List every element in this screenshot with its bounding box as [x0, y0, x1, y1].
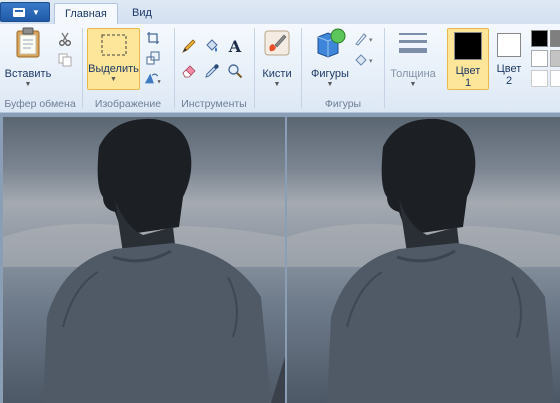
- rotate-button[interactable]: ▾: [144, 69, 162, 87]
- color1-label: Цвет: [455, 65, 481, 77]
- paint-menu-button[interactable]: ▼: [0, 2, 50, 22]
- color2-swatch: [497, 33, 521, 57]
- color1-number: 1: [464, 77, 472, 89]
- fill-bucket-icon: ▾: [355, 54, 373, 66]
- brush-icon: [264, 30, 290, 56]
- man-portrait-photo-icon: [3, 118, 285, 403]
- image-group: Выделить ▼ ▾ Изображение: [84, 24, 172, 112]
- shapes-icon: [317, 28, 346, 58]
- eraser-tool[interactable]: [180, 62, 198, 80]
- paste-label: Вставить: [4, 68, 52, 80]
- group-divider: [384, 28, 385, 108]
- svg-text:▾: ▾: [158, 78, 162, 85]
- crop-button[interactable]: [144, 29, 162, 47]
- group-divider: [174, 28, 175, 108]
- palette-swatch-empty[interactable]: [531, 70, 548, 87]
- palette-swatch-lightgray[interactable]: [550, 50, 560, 67]
- svg-text:▾: ▾: [369, 58, 373, 65]
- color1-button[interactable]: Цвет 1: [447, 28, 489, 90]
- chevron-down-icon: ▼: [273, 81, 281, 88]
- color-palette: [529, 30, 560, 90]
- magnifier-tool[interactable]: [226, 62, 244, 80]
- palette-swatch-empty[interactable]: [550, 70, 560, 87]
- copy-button[interactable]: [56, 51, 74, 69]
- select-rectangle-icon: [101, 34, 126, 56]
- palette-swatch-black[interactable]: [531, 30, 548, 47]
- outline-button[interactable]: ▾: [353, 30, 379, 48]
- scissors-icon: [59, 32, 71, 46]
- color-picker-tool[interactable]: [203, 62, 221, 80]
- thickness-button[interactable]: Толщина ▼: [387, 27, 439, 88]
- line-thickness-icon: [399, 33, 427, 53]
- shapes-group-label: Фигуры: [324, 98, 362, 110]
- paint-bucket-icon: [206, 39, 218, 52]
- cut-button[interactable]: [56, 30, 74, 48]
- color1-swatch: [454, 32, 482, 60]
- resize-icon: [146, 51, 160, 65]
- paint-menu-icon: [13, 8, 25, 17]
- color2-label: Цвет: [496, 63, 522, 75]
- group-divider: [82, 28, 83, 108]
- pencil-tool[interactable]: [180, 37, 198, 55]
- tools-group: A Инструменты: [176, 24, 252, 112]
- image-group-label: Изображение: [94, 98, 162, 110]
- rotate-icon: ▾: [144, 73, 162, 85]
- brushes-label: Кисти: [262, 68, 292, 80]
- clipboard-group: Вставить ▼ Буфер обмена: [0, 24, 80, 112]
- shapes-group: Фигуры ▼ ▾ ▾ Фигуры: [303, 24, 383, 112]
- text-a-icon: A: [228, 36, 242, 56]
- crop-icon: [147, 32, 159, 44]
- photo-left: [3, 117, 285, 403]
- select-label: Выделить: [88, 63, 139, 75]
- group-divider: [254, 28, 255, 108]
- group-divider: [301, 28, 302, 108]
- eraser-icon: [182, 65, 196, 78]
- ribbon: Вставить ▼ Буфер обмена Выделить ▼ ▾ Изо…: [0, 24, 560, 113]
- brushes-button[interactable]: Кисти ▼: [257, 27, 297, 88]
- drawing-canvas[interactable]: [0, 113, 560, 403]
- shapes-label: Фигуры: [311, 68, 349, 80]
- thickness-label: Толщина: [390, 68, 436, 80]
- fill-tool[interactable]: [203, 37, 221, 55]
- text-tool[interactable]: A: [226, 36, 244, 56]
- magnifier-icon: [228, 64, 243, 79]
- pencil-icon: [182, 39, 196, 53]
- svg-text:▾: ▾: [369, 37, 373, 44]
- tab-view[interactable]: Вид: [122, 3, 162, 24]
- color2-number: 2: [505, 75, 513, 87]
- palette-swatch-gray[interactable]: [550, 30, 560, 47]
- tab-home[interactable]: Главная: [54, 3, 118, 26]
- chevron-down-icon: ▼: [409, 81, 417, 88]
- man-portrait-photo-icon: [287, 118, 560, 403]
- chevron-down-icon: ▼: [110, 76, 117, 83]
- copy-icon: [58, 53, 72, 67]
- clipboard-icon: [16, 27, 40, 58]
- eyedropper-icon: [205, 64, 219, 78]
- tools-group-label: Инструменты: [181, 98, 247, 110]
- photo-right: [287, 117, 560, 403]
- select-button[interactable]: Выделить ▼: [87, 28, 140, 90]
- resize-button[interactable]: [144, 49, 162, 67]
- chevron-down-icon: ▼: [32, 8, 40, 17]
- clipboard-group-label: Буфер обмена: [4, 98, 76, 110]
- chevron-down-icon: ▼: [326, 81, 334, 88]
- chevron-down-icon: ▼: [24, 81, 32, 88]
- color2-button[interactable]: Цвет 2: [492, 28, 526, 90]
- ribbon-tab-bar: ▼ Главная Вид: [0, 0, 560, 26]
- fill-button[interactable]: ▾: [353, 51, 379, 69]
- outline-brush-icon: ▾: [355, 33, 373, 46]
- palette-swatch-white[interactable]: [531, 50, 548, 67]
- shapes-button[interactable]: Фигуры ▼: [307, 27, 353, 88]
- paste-button[interactable]: Вставить ▼: [4, 27, 52, 88]
